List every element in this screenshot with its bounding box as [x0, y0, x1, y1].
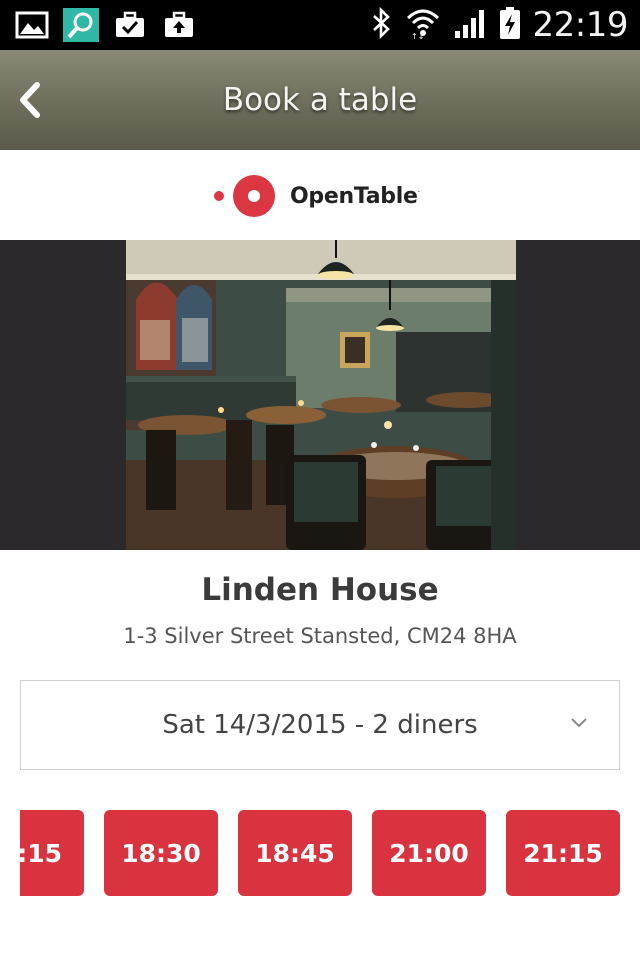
notification-icons [14, 7, 197, 43]
bluetooth-icon [371, 6, 393, 43]
page-title: Book a table [222, 82, 418, 118]
date-party-value: Sat 14/3/2015 - 2 diners [162, 710, 478, 740]
restaurant-name: Linden House [201, 572, 439, 608]
app-bar: Book a table [0, 50, 640, 150]
logo-text: OpenTable· [290, 183, 420, 209]
time-slot-button[interactable]: 18:30 [104, 810, 218, 896]
chevron-down-icon [571, 718, 587, 728]
system-icons: ↑↓ 22:19 [371, 0, 629, 50]
back-button[interactable] [4, 72, 56, 128]
time-slot-button[interactable]: 21:00 [372, 810, 486, 896]
time-slot-list[interactable]: :15 18:30 18:45 21:00 21:15 [20, 810, 640, 896]
battery-charging-icon [499, 6, 521, 44]
opentable-logo: OpenTable· [212, 174, 420, 218]
status-bar: ↑↓ 22:19 [0, 0, 640, 50]
restaurant-photo [126, 240, 516, 550]
briefcase-check-icon [112, 8, 148, 42]
date-party-select[interactable]: Sat 14/3/2015 - 2 diners [20, 680, 620, 770]
briefcase-upload-icon [161, 8, 197, 42]
wifi-icon: ↑↓ [405, 6, 441, 44]
photo-band [0, 240, 640, 550]
svg-text:↑↓: ↑↓ [411, 32, 424, 40]
logo-strip: OpenTable· [0, 150, 640, 240]
opentable-logo-icon [214, 175, 275, 217]
status-time: 22:19 [532, 5, 629, 45]
signal-icon [453, 7, 487, 43]
chevron-left-icon [20, 82, 40, 118]
restaurant-address: 1-3 Silver Street Stansted, CM24 8HA [123, 624, 517, 648]
search-icon [63, 8, 99, 42]
gallery-icon [14, 8, 50, 42]
time-slot-button[interactable]: 21:15 [506, 810, 620, 896]
time-slot-button[interactable]: :15 [20, 810, 84, 896]
time-slot-button[interactable]: 18:45 [238, 810, 352, 896]
